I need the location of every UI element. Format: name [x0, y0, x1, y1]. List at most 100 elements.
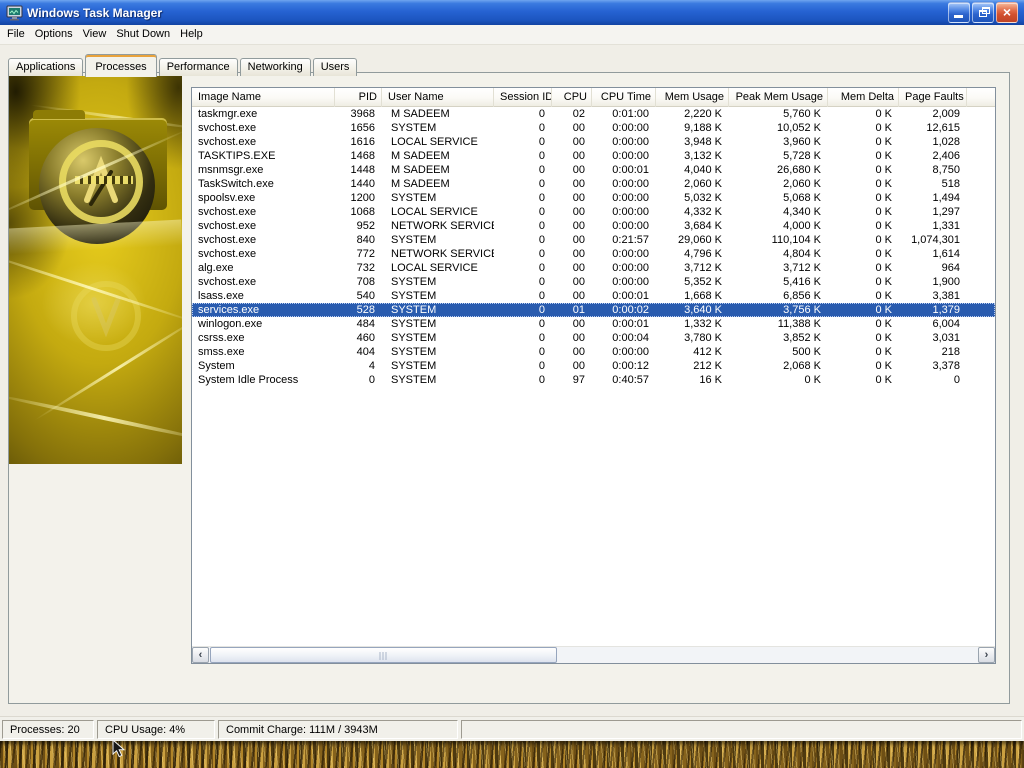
cell-peak-mem-usage: 11,388 K	[729, 317, 828, 331]
menu-file[interactable]: File	[2, 26, 30, 43]
minimize-icon	[954, 15, 963, 18]
cell-image-name: lsass.exe	[192, 289, 335, 303]
status-processes: Processes: 20	[2, 720, 94, 739]
cell-peak-mem-usage: 500 K	[729, 345, 828, 359]
cell-mem-usage: 1,668 K	[656, 289, 729, 303]
column-header-mem-usage[interactable]: Mem Usage	[656, 88, 729, 107]
process-row-selected[interactable]: services.exe528SYSTEM0010:00:023,640 K3,…	[192, 303, 995, 317]
process-row[interactable]: TASKTIPS.EXE1468M SADEEM0000:00:003,132 …	[192, 149, 995, 163]
process-row[interactable]: svchost.exe1068LOCAL SERVICE0000:00:004,…	[192, 205, 995, 219]
cell-mem-delta: 0 K	[828, 135, 899, 149]
cell-mem-delta: 0 K	[828, 219, 899, 233]
process-row[interactable]: lsass.exe540SYSTEM0000:00:011,668 K6,856…	[192, 289, 995, 303]
cell-mem-delta: 0 K	[828, 289, 899, 303]
cell-cpu: 00	[552, 149, 592, 163]
column-header-mem-delta[interactable]: Mem Delta	[828, 88, 899, 107]
status-commit-charge: Commit Charge: 111M / 3943M	[218, 720, 458, 739]
cell-session-id: 0	[494, 331, 552, 345]
cell-session-id: 0	[494, 345, 552, 359]
column-header-page-faults[interactable]: Page Faults	[899, 88, 967, 107]
cell-pid: 1440	[335, 177, 382, 191]
cell-mem-usage: 3,684 K	[656, 219, 729, 233]
process-row[interactable]: System Idle Process0SYSTEM0970:40:5716 K…	[192, 373, 995, 387]
cell-cpu-time: 0:00:00	[592, 219, 656, 233]
cell-session-id: 0	[494, 303, 552, 317]
cell-user-name: SYSTEM	[382, 191, 494, 205]
cell-mem-usage: 4,332 K	[656, 205, 729, 219]
cell-page-faults: 1,028	[899, 135, 967, 149]
process-row[interactable]: svchost.exe1616LOCAL SERVICE0000:00:003,…	[192, 135, 995, 149]
column-header-session-id[interactable]: Session ID	[494, 88, 552, 107]
cell-user-name: SYSTEM	[382, 275, 494, 289]
column-header-user-name[interactable]: User Name	[382, 88, 494, 107]
column-header-cpu-time[interactable]: CPU Time	[592, 88, 656, 107]
cell-cpu: 00	[552, 121, 592, 135]
statusbar: Processes: 20 CPU Usage: 4% Commit Charg…	[0, 716, 1024, 741]
tab-applications[interactable]: Applications	[8, 58, 83, 76]
cell-page-faults: 964	[899, 261, 967, 275]
cell-peak-mem-usage: 4,340 K	[729, 205, 828, 219]
column-header-image-name[interactable]: Image Name	[192, 88, 335, 107]
cell-mem-delta: 0 K	[828, 331, 899, 345]
cell-cpu: 00	[552, 345, 592, 359]
cell-peak-mem-usage: 3,852 K	[729, 331, 828, 345]
cell-cpu: 02	[552, 107, 592, 121]
scrollbar-thumb[interactable]	[210, 647, 557, 663]
minimize-button[interactable]	[948, 2, 970, 23]
cell-peak-mem-usage: 5,068 K	[729, 191, 828, 205]
cell-session-id: 0	[494, 149, 552, 163]
menu-view[interactable]: View	[78, 26, 112, 43]
process-row[interactable]: msnmsgr.exe1448M SADEEM0000:00:014,040 K…	[192, 163, 995, 177]
process-row[interactable]: spoolsv.exe1200SYSTEM0000:00:005,032 K5,…	[192, 191, 995, 205]
column-header-cpu[interactable]: CPU	[552, 88, 592, 107]
cell-cpu: 00	[552, 205, 592, 219]
column-header-peak-mem-usage[interactable]: Peak Mem Usage	[729, 88, 828, 107]
menu-shutdown[interactable]: Shut Down	[111, 26, 175, 43]
horizontal-scrollbar[interactable]: ‹ ›	[192, 646, 995, 663]
process-row[interactable]: svchost.exe1656SYSTEM0000:00:009,188 K10…	[192, 121, 995, 135]
process-row[interactable]: alg.exe732LOCAL SERVICE0000:00:003,712 K…	[192, 261, 995, 275]
restore-button[interactable]	[972, 2, 994, 23]
cell-session-id: 0	[494, 317, 552, 331]
cell-cpu: 00	[552, 331, 592, 345]
cell-session-id: 0	[494, 289, 552, 303]
cell-cpu: 00	[552, 163, 592, 177]
cell-cpu: 00	[552, 233, 592, 247]
process-row[interactable]: svchost.exe840SYSTEM0000:21:5729,060 K11…	[192, 233, 995, 247]
cell-peak-mem-usage: 2,060 K	[729, 177, 828, 191]
cell-image-name: TASKTIPS.EXE	[192, 149, 335, 163]
menu-options[interactable]: Options	[30, 26, 78, 43]
cell-image-name: spoolsv.exe	[192, 191, 335, 205]
cell-page-faults: 12,615	[899, 121, 967, 135]
desktop: Windows Task Manager × File Options View…	[0, 0, 1024, 768]
cell-pid: 528	[335, 303, 382, 317]
process-row[interactable]: System4SYSTEM0000:00:12212 K2,068 K0 K3,…	[192, 359, 995, 373]
cell-user-name: SYSTEM	[382, 359, 494, 373]
process-row[interactable]: svchost.exe708SYSTEM0000:00:005,352 K5,4…	[192, 275, 995, 289]
cell-cpu: 97	[552, 373, 592, 387]
cell-page-faults: 3,378	[899, 359, 967, 373]
cell-user-name: LOCAL SERVICE	[382, 261, 494, 275]
process-row[interactable]: svchost.exe772NETWORK SERVICE0000:00:004…	[192, 247, 995, 261]
tab-performance[interactable]: Performance	[159, 58, 238, 76]
process-row[interactable]: taskmgr.exe3968M SADEEM0020:01:002,220 K…	[192, 107, 995, 121]
cell-page-faults: 1,900	[899, 275, 967, 289]
process-row[interactable]: smss.exe404SYSTEM0000:00:00412 K500 K0 K…	[192, 345, 995, 359]
tab-users[interactable]: Users	[313, 58, 358, 76]
process-row[interactable]: winlogon.exe484SYSTEM0000:00:011,332 K11…	[192, 317, 995, 331]
process-row[interactable]: svchost.exe952NETWORK SERVICE0000:00:003…	[192, 219, 995, 233]
process-row[interactable]: TaskSwitch.exe1440M SADEEM0000:00:002,06…	[192, 177, 995, 191]
scroll-left-button[interactable]: ‹	[192, 647, 209, 663]
scrollbar-track[interactable]	[209, 647, 978, 663]
tab-processes[interactable]: Processes	[85, 54, 156, 77]
cell-peak-mem-usage: 4,804 K	[729, 247, 828, 261]
column-header-pid[interactable]: PID	[335, 88, 382, 107]
scroll-right-button[interactable]: ›	[978, 647, 995, 663]
cell-session-id: 0	[494, 121, 552, 135]
process-row[interactable]: csrss.exe460SYSTEM0000:00:043,780 K3,852…	[192, 331, 995, 345]
titlebar[interactable]: Windows Task Manager ×	[0, 0, 1024, 25]
close-button[interactable]: ×	[996, 2, 1018, 23]
tab-networking[interactable]: Networking	[240, 58, 311, 76]
cell-cpu: 00	[552, 177, 592, 191]
menu-help[interactable]: Help	[175, 26, 208, 43]
